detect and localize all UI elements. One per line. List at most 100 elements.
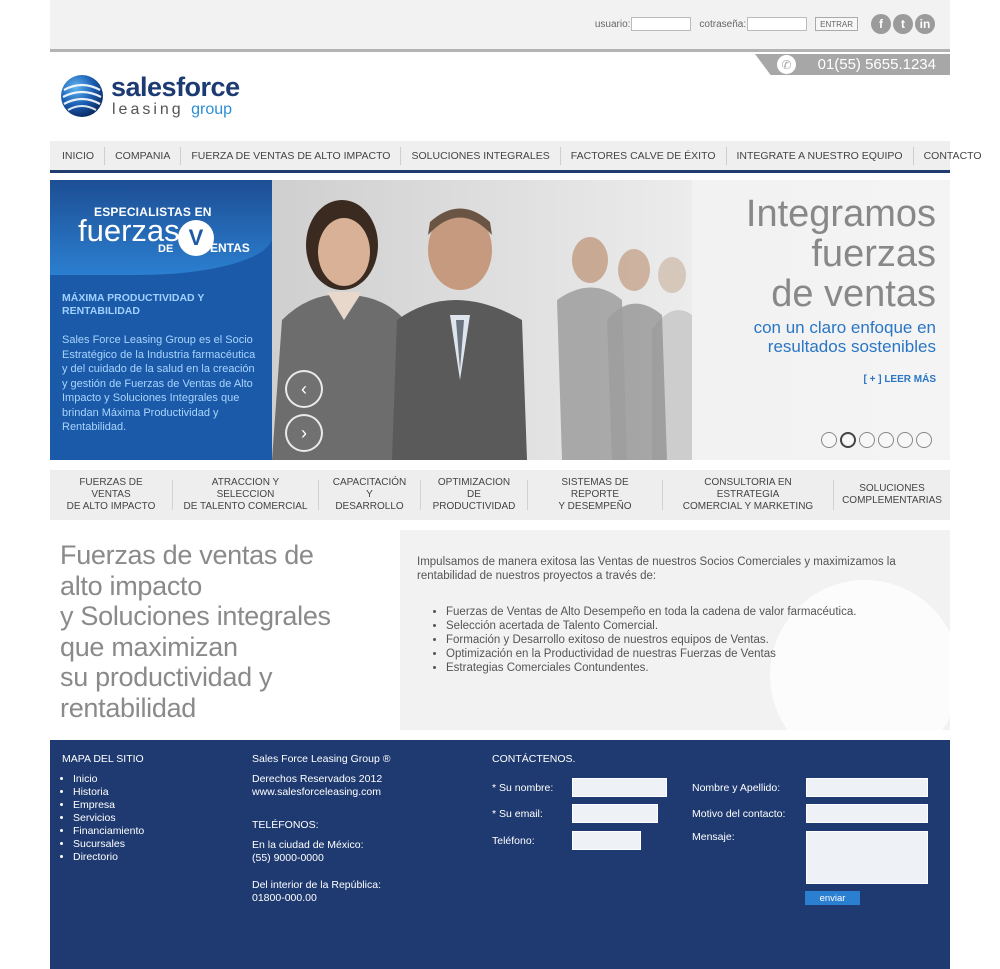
service-line: SOLUCIONES — [859, 483, 925, 494]
sitemap: MAPA DEL SITIO Inicio Historia Empresa S… — [62, 753, 144, 864]
sitemap-link-sucursales[interactable]: Sucursales — [73, 838, 144, 851]
nav-contacto[interactable]: CONTACTO — [912, 146, 992, 165]
city-phone: (55) 9000-0000 — [252, 852, 324, 864]
nav-factores-exito[interactable]: FACTORES CALVE DE ÉXITO — [559, 146, 726, 165]
sitemap-link-financiamiento[interactable]: Financiamiento — [73, 825, 144, 838]
phone-banner: ✆ 01(55) 5655.1234 — [755, 54, 950, 75]
globe-logo-icon — [61, 75, 103, 117]
info-intro: Impulsamos de manera exitosa las Ventas … — [417, 556, 896, 582]
service-line: DE ALTO IMPACTO — [66, 501, 156, 512]
list-item: Fuerzas de Ventas de Alto Desempeño en t… — [446, 605, 856, 619]
headline-line: que maximizan — [60, 631, 238, 662]
username-label: usuario: — [594, 18, 631, 30]
sitemap-link-historia[interactable]: Historia — [73, 786, 144, 799]
username-input[interactable] — [631, 17, 692, 31]
info-box: Impulsamos de manera exitosa las Ventas … — [400, 530, 950, 730]
hero-info-panel: ESPECIALISTAS EN fuerzas DE V ENTAS MÁXI… — [50, 180, 272, 460]
send-button[interactable]: enviar — [805, 891, 860, 905]
hero-sub-1: con un claro enfoque en — [753, 318, 936, 337]
service-line: OPTIMIZACION DE — [437, 477, 511, 500]
reason-input[interactable] — [806, 804, 928, 823]
service-line: CAPACITACIÓN Y — [332, 477, 407, 500]
section-headline: Fuerzas de ventas de alto impacto y Solu… — [60, 540, 390, 723]
name-input[interactable] — [572, 778, 667, 797]
logo-group: group — [191, 101, 233, 118]
service-line: DE TALENTO COMERCIAL — [183, 501, 308, 512]
social-links: f t in — [871, 14, 935, 34]
slide-dot[interactable] — [859, 432, 875, 448]
nav-inicio[interactable]: INICIO — [50, 147, 104, 165]
sitemap-link-empresa[interactable]: Empresa — [73, 799, 144, 812]
list-item: Estrategias Comerciales Contundentes. — [446, 661, 856, 675]
badge-de-text: DE — [158, 243, 174, 255]
nav-integrate[interactable]: INTEGRATE A NUESTRO EQUIPO — [725, 146, 913, 165]
fullname-input[interactable] — [806, 778, 928, 797]
reason-row: Motivo del contacto: — [692, 804, 928, 823]
hero-sub-2: resultados sostenibles — [767, 337, 936, 356]
service-consultoria[interactable]: CONSULTORIA EN ESTRATEGIA COMERCIAL Y MAR… — [662, 477, 833, 512]
facebook-icon[interactable]: f — [871, 14, 891, 34]
hero-line-3: de ventas — [771, 273, 936, 315]
sitemap-title: MAPA DEL SITIO — [62, 753, 144, 765]
headline-line: su productividad y — [60, 662, 273, 692]
service-fuerzas-ventas[interactable]: FUERZAS DE VENTAS DE ALTO IMPACTO — [50, 477, 172, 512]
sitemap-link-inicio[interactable]: Inicio — [73, 773, 144, 786]
email-row: * Su email: — [492, 804, 658, 823]
service-line: COMERCIAL Y MARKETING — [682, 501, 814, 512]
service-line: SISTEMAS DE REPORTE — [561, 477, 629, 500]
info-list: Fuerzas de Ventas de Alto Desempeño en t… — [446, 605, 856, 675]
hero-slider: ESPECIALISTAS EN fuerzas DE V ENTAS MÁXI… — [50, 180, 950, 460]
service-optimizacion[interactable]: OPTIMIZACION DE PRODUCTIVIDAD — [420, 477, 527, 512]
read-more-link[interactable]: [ + ] LEER MÁS — [746, 374, 936, 385]
twitter-icon[interactable]: t — [893, 14, 913, 34]
copyright-text: Derechos Reservados 2012 — [252, 773, 383, 785]
logo[interactable]: salesforce leasing group — [60, 72, 280, 122]
slide-dot[interactable] — [878, 432, 894, 448]
service-line: Y DESEMPEÑO — [558, 501, 632, 512]
logo-leasing: leasing — [112, 101, 184, 118]
message-row: Mensaje: — [692, 831, 928, 884]
nav-soluciones-integrales[interactable]: SOLUCIONES INTEGRALES — [400, 146, 559, 165]
list-item: Formación y Desarrollo exitoso de nuestr… — [446, 633, 856, 647]
linkedin-icon[interactable]: in — [915, 14, 935, 34]
headline-line: alto impacto — [60, 570, 202, 601]
prev-slide-button[interactable]: ‹ — [285, 370, 323, 408]
login-form: usuario: cotraseña: ENTRAR — [595, 17, 858, 31]
nav-fuerza-de-ventas[interactable]: FUERZA DE VENTAS DE ALTO IMPACTO — [180, 146, 400, 165]
telephone-input[interactable] — [572, 831, 641, 850]
next-slide-button[interactable]: › — [285, 414, 323, 452]
nav-compania[interactable]: COMPANIA — [104, 146, 180, 165]
reason-label: Motivo del contacto: — [692, 807, 786, 820]
email-label: * Su email: — [492, 807, 543, 820]
slide-dot[interactable] — [897, 432, 913, 448]
phone-icon: ✆ — [777, 55, 796, 74]
service-line: DESARROLLO — [335, 501, 404, 512]
country-phone: 01800-000.00 — [252, 892, 317, 904]
slide-dot[interactable] — [821, 432, 837, 448]
hero-subtitle: MÁXIMA PRODUCTIVIDAD Y RENTABILIDAD — [62, 292, 205, 317]
list-item: Selección acertada de Talento Comercial. — [446, 619, 856, 633]
password-input[interactable] — [747, 17, 808, 31]
login-button[interactable]: ENTRAR — [815, 17, 858, 31]
email-input[interactable] — [572, 804, 658, 823]
message-textarea[interactable] — [806, 831, 928, 884]
service-sistemas-reporte[interactable]: SISTEMAS DE REPORTE Y DESEMPEÑO — [527, 477, 662, 512]
hero-tagline: Integramos fuerzas de ventas con un clar… — [746, 194, 936, 385]
headline-line: y Soluciones integrales — [60, 601, 331, 631]
slide-dot-active[interactable] — [840, 432, 856, 448]
service-capacitacion[interactable]: CAPACITACIÓN Y DESARROLLO — [318, 477, 420, 512]
footer: MAPA DEL SITIO Inicio Historia Empresa S… — [50, 740, 950, 969]
slide-dot[interactable] — [916, 432, 932, 448]
sitemap-link-servicios[interactable]: Servicios — [73, 812, 144, 825]
fullname-row: Nombre y Apellido: — [692, 778, 928, 797]
service-complementarias[interactable]: SOLUCIONES COMPLEMENTARIAS — [833, 480, 950, 510]
service-atraccion-seleccion[interactable]: ATRACCION Y SELECCION DE TALENTO COMERCIA… — [172, 477, 318, 512]
check-badge-icon: V — [178, 220, 214, 256]
logo-tagline: leasing group — [112, 101, 232, 119]
message-label: Mensaje: — [692, 831, 735, 843]
sitemap-link-directorio[interactable]: Directorio — [73, 851, 144, 864]
website-link[interactable]: www.salesforceleasing.com — [252, 786, 452, 799]
fullname-label: Nombre y Apellido: — [692, 781, 781, 794]
slide-dots — [821, 432, 932, 448]
main-nav: INICIO COMPANIA FUERZA DE VENTAS DE ALTO… — [50, 141, 982, 173]
